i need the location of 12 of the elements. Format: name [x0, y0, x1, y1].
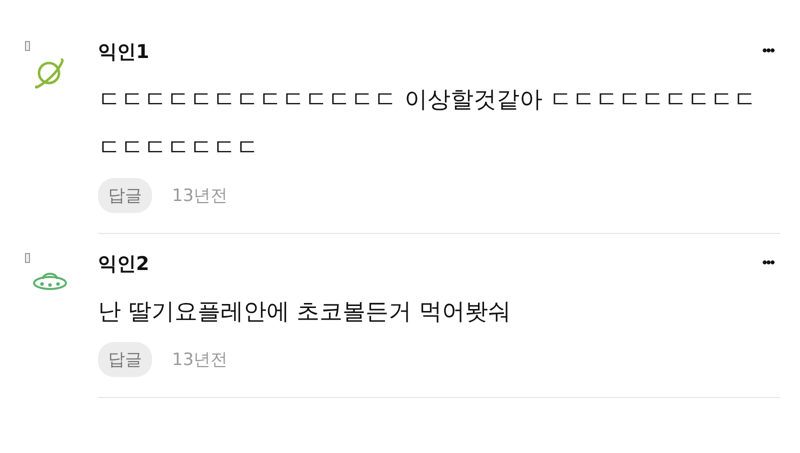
comment-time: 13년전 — [172, 349, 228, 371]
more-button[interactable]: ••• — [762, 254, 780, 270]
reply-button[interactable]: 답글 — [98, 178, 152, 213]
comment-text: 난 딸기요플레안에 초코볼든거 먹어봣숴 — [98, 298, 512, 327]
more-button[interactable]: ••• — [762, 42, 780, 58]
bar-icon — [25, 41, 30, 51]
comment-text: ㄷㄷㄷㄷㄷㄷㄷㄷㄷㄷㄷㄷㄷ 이상할것같아 ㄷㄷㄷㄷㄷㄷㄷㄷㄷㄷㄷㄷㄷㄷㄷㄷ — [98, 86, 758, 163]
bar-icon — [25, 253, 30, 263]
reply-button[interactable]: 답글 — [98, 342, 152, 377]
author-name: 익인1 — [98, 40, 150, 65]
author-name: 익인2 — [98, 252, 150, 277]
comment-time: 13년전 — [172, 185, 228, 207]
